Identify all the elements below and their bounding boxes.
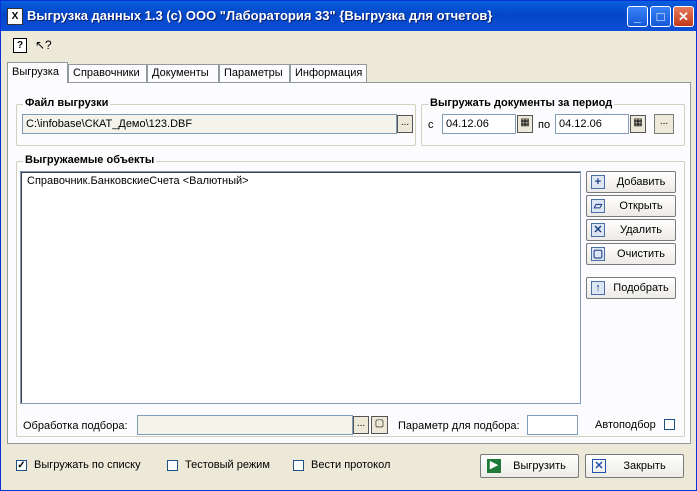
- file-path-field[interactable]: C:\infobase\СКАТ_Демо\123.DBF: [22, 114, 397, 134]
- test-mode-checkbox[interactable]: [167, 460, 178, 471]
- by-list-checkbox[interactable]: ✓: [16, 460, 27, 471]
- add-button-label: Добавить: [616, 176, 666, 188]
- close-button[interactable]: ✕ Закрыть: [585, 454, 684, 478]
- minimize-button[interactable]: _: [627, 6, 648, 27]
- file-group-title: Файл выгрузки: [23, 97, 111, 109]
- processing-open-icon[interactable]: ▢: [371, 416, 388, 434]
- period-from-date[interactable]: 04.12.06: [442, 114, 516, 134]
- period-to-date[interactable]: 04.12.06: [555, 114, 629, 134]
- log-label: Вести протокол: [311, 459, 391, 471]
- processing-label: Обработка подбора:: [23, 420, 128, 432]
- folder-open-icon: ▱: [591, 199, 605, 213]
- param-label: Параметр для подбора:: [398, 420, 520, 432]
- clear-button-label: Очистить: [617, 248, 665, 260]
- pick-button[interactable]: ↑ Подобрать: [586, 277, 676, 299]
- processing-field[interactable]: [137, 415, 353, 435]
- delete-icon: ✕: [591, 223, 605, 237]
- tab-strip: Выгрузка Справочники Документы Параметры…: [7, 62, 687, 83]
- objects-group-title: Выгружаемые объекты: [23, 154, 157, 166]
- open-button[interactable]: ▱ Открыть: [586, 195, 676, 217]
- title-bar[interactable]: X Выгрузка данных 1.3 (c) ООО "Лаборатор…: [1, 1, 696, 31]
- play-icon: ▶: [487, 459, 501, 473]
- delete-button[interactable]: ✕ Удалить: [586, 219, 676, 241]
- tab-catalogs[interactable]: Справочники: [68, 64, 147, 82]
- tab-export[interactable]: Выгрузка: [7, 62, 68, 83]
- clear-button[interactable]: ▢ Очистить: [586, 243, 676, 265]
- open-button-label: Открыть: [619, 200, 663, 212]
- export-button-label: Выгрузить: [513, 460, 566, 472]
- close-button-label: Закрыть: [623, 460, 666, 472]
- tab-panel: Файл выгрузки C:\infobase\СКАТ_Демо\123.…: [7, 82, 691, 444]
- main-window: X Выгрузка данных 1.3 (c) ООО "Лаборатор…: [0, 0, 697, 491]
- processing-browse-button[interactable]: ...: [353, 416, 369, 434]
- param-field[interactable]: [527, 415, 578, 435]
- help-icon[interactable]: ?: [13, 38, 27, 53]
- context-help-icon[interactable]: ↖?: [35, 37, 52, 53]
- pick-icon: ↑: [591, 281, 605, 295]
- tab-parameters[interactable]: Параметры: [219, 64, 290, 82]
- tab-information[interactable]: Информация: [290, 64, 367, 82]
- period-from-label: с: [428, 119, 434, 131]
- maximize-button[interactable]: □: [650, 6, 671, 27]
- toolbar: ? ↖?: [1, 31, 696, 57]
- log-checkbox[interactable]: [293, 460, 304, 471]
- file-browse-button[interactable]: ...: [397, 115, 413, 133]
- pick-button-label: Подобрать: [613, 282, 669, 294]
- by-list-label: Выгружать по списку: [34, 459, 141, 471]
- tab-documents[interactable]: Документы: [147, 64, 219, 82]
- period-to-label: по: [538, 119, 551, 131]
- auto-checkbox[interactable]: [664, 419, 675, 430]
- delete-button-label: Удалить: [620, 224, 662, 236]
- window-title: Выгрузка данных 1.3 (c) ООО "Лаборатория…: [27, 8, 493, 23]
- auto-label: Автоподбор: [595, 419, 656, 431]
- calendar-to-icon[interactable]: ▦: [630, 115, 646, 133]
- add-icon: +: [591, 175, 605, 189]
- close-icon: ✕: [592, 459, 606, 473]
- export-button[interactable]: ▶ Выгрузить: [480, 454, 579, 478]
- list-item[interactable]: Справочник.БанковскиеСчета <Валютный>: [27, 175, 249, 187]
- clear-icon: ▢: [591, 247, 605, 261]
- app-icon: X: [7, 8, 23, 25]
- add-button[interactable]: + Добавить: [586, 171, 676, 193]
- period-more-button[interactable]: ...: [654, 114, 674, 134]
- close-window-button[interactable]: ✕: [673, 6, 694, 27]
- objects-list[interactable]: Справочник.БанковскиеСчета <Валютный>: [20, 171, 581, 404]
- calendar-from-icon[interactable]: ▦: [517, 115, 533, 133]
- period-group-title: Выгружать документы за период: [428, 97, 615, 109]
- test-mode-label: Тестовый режим: [185, 459, 270, 471]
